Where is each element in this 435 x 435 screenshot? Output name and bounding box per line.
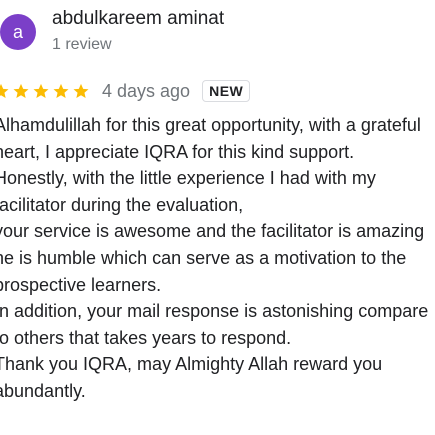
star-icon [53, 83, 69, 99]
rating-row: 4 days ago NEW [0, 78, 251, 104]
review-line: he is humble which can serve as a motiva… [0, 247, 407, 268]
review-line: heart, I appreciate IQRA for this kind s… [0, 141, 355, 162]
review-line: Honestly, with the little experience I h… [0, 168, 376, 189]
review-line: to others that takes years to respond. [0, 327, 292, 348]
star-icon [13, 83, 29, 99]
review-line: your service is awesome and the facilita… [0, 221, 425, 242]
review-text: Alhamdulillah for this great opportunity… [0, 112, 435, 405]
avatar[interactable]: a [0, 14, 36, 50]
star-icon [73, 83, 89, 99]
review-line: abundantly. [0, 380, 86, 401]
review-card: a abdulkareem aminat 1 review 4 days ago… [0, 0, 435, 435]
reviewer-name[interactable]: abdulkareem aminat [52, 8, 224, 30]
review-line: Thank you IQRA, may Almighty Allah rewar… [0, 354, 383, 375]
review-date: 4 days ago [102, 80, 191, 101]
star-rating [0, 82, 90, 100]
new-badge: NEW [202, 80, 251, 102]
star-icon [0, 83, 9, 99]
review-count[interactable]: 1 review [52, 36, 112, 54]
review-line: facilitator during the evaluation, [0, 194, 244, 215]
review-line: In addition, your mail response is aston… [0, 301, 429, 322]
star-icon [33, 83, 49, 99]
review-line: Alhamdulillah for this great opportunity… [0, 115, 421, 135]
review-line: prospective learners. [0, 274, 162, 295]
